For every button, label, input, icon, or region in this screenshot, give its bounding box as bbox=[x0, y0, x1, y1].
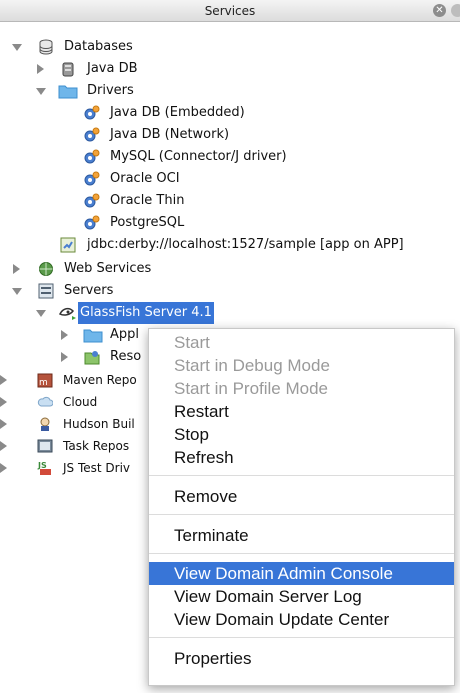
tree-label: Web Services bbox=[64, 261, 152, 276]
tree-node-task-repos[interactable]: Task Repos bbox=[0, 435, 150, 457]
svg-text:JS: JS bbox=[37, 461, 47, 470]
menu-separator bbox=[149, 514, 454, 515]
database-icon bbox=[39, 39, 53, 55]
server-context-menu: Start Start in Debug Mode Start in Profi… bbox=[148, 328, 455, 686]
tree-node-driver[interactable]: Java DB (Embedded) bbox=[0, 102, 460, 124]
menu-item-view-server-log[interactable]: View Domain Server Log bbox=[149, 585, 454, 608]
tree-label: Reso bbox=[110, 349, 142, 364]
tree-label: Hudson Buil bbox=[63, 417, 135, 431]
driver-gear-icon bbox=[84, 105, 100, 120]
tree-label: MySQL (Connector/J driver) bbox=[110, 149, 287, 164]
tree-label: jdbc:derby://localhost:1527/sample [app … bbox=[87, 237, 404, 252]
tree-node-driver[interactable]: MySQL (Connector/J driver) bbox=[0, 146, 460, 168]
tree-node-cloud[interactable]: Cloud bbox=[0, 391, 150, 413]
tree-node-web-services[interactable]: Web Services bbox=[0, 258, 460, 280]
task-repository-icon bbox=[37, 439, 53, 453]
servers-icon bbox=[38, 283, 54, 299]
tree-label: JS Test Driv bbox=[63, 461, 131, 475]
java-db-icon bbox=[62, 62, 74, 77]
tree-label: PostgreSQL bbox=[110, 215, 185, 230]
collapsed-arrow-icon[interactable] bbox=[61, 352, 68, 362]
tree-label: Java DB (Embedded) bbox=[110, 105, 245, 120]
tree-node-driver[interactable]: PostgreSQL bbox=[0, 212, 460, 234]
driver-gear-icon bbox=[84, 149, 100, 164]
menu-item-stop[interactable]: Stop bbox=[149, 423, 454, 446]
tree-node-java-db[interactable]: Java DB bbox=[0, 58, 460, 80]
tree-label: Maven Repo bbox=[63, 373, 137, 387]
menu-item-view-update-center[interactable]: View Domain Update Center bbox=[149, 608, 454, 631]
menu-item-remove[interactable]: Remove bbox=[149, 485, 454, 508]
driver-gear-icon bbox=[84, 127, 100, 142]
menu-separator bbox=[149, 553, 454, 554]
hudson-icon bbox=[40, 417, 50, 431]
resources-icon bbox=[84, 351, 100, 365]
menu-item-start: Start bbox=[174, 333, 210, 352]
tree-label: Task Repos bbox=[63, 439, 130, 453]
tree-node-drivers[interactable]: Drivers bbox=[0, 80, 460, 102]
menu-item-properties[interactable]: Properties bbox=[149, 647, 454, 670]
glassfish-icon bbox=[58, 307, 76, 320]
driver-gear-icon bbox=[84, 215, 100, 230]
menu-item-refresh[interactable]: Refresh bbox=[149, 446, 454, 469]
tree-node-driver[interactable]: Oracle OCI bbox=[0, 168, 460, 190]
menu-separator bbox=[149, 637, 454, 638]
tree-node-servers[interactable]: Servers bbox=[0, 280, 460, 302]
tree-label: Oracle OCI bbox=[110, 171, 180, 186]
tree-node-maven-repo[interactable]: m Maven Repo bbox=[0, 369, 150, 391]
tree-label: Appl bbox=[110, 327, 140, 342]
tree-label: Servers bbox=[64, 283, 114, 298]
collapsed-arrow-icon[interactable] bbox=[0, 419, 7, 429]
driver-gear-icon bbox=[84, 193, 100, 208]
tree-node-glassfish-server[interactable]: GlassFish Server 4.1 bbox=[0, 302, 460, 324]
svg-text:m: m bbox=[39, 378, 48, 388]
cloud-icon bbox=[37, 396, 53, 407]
tree-node-driver[interactable]: Oracle Thin bbox=[0, 190, 460, 212]
collapsed-arrow-icon[interactable] bbox=[61, 330, 68, 340]
menu-item-view-admin-console[interactable]: View Domain Admin Console bbox=[149, 562, 454, 585]
tree-label: Cloud bbox=[63, 395, 98, 409]
minimize-icon[interactable] bbox=[451, 4, 460, 17]
tree-node-resources[interactable]: Reso bbox=[0, 346, 150, 368]
menu-item-terminate[interactable]: Terminate bbox=[149, 524, 454, 547]
services-title-bar: Services ✕ bbox=[0, 0, 460, 22]
tree-node-hudson[interactable]: Hudson Buil bbox=[0, 413, 150, 435]
connection-icon bbox=[60, 237, 76, 253]
tree-node-driver[interactable]: Java DB (Network) bbox=[0, 124, 460, 146]
driver-gear-icon bbox=[84, 171, 100, 186]
tree-node-js-test[interactable]: JS JS Test Driv bbox=[0, 457, 150, 479]
menu-item-start-profile: Start in Profile Mode bbox=[174, 379, 329, 398]
expand-arrow-icon[interactable] bbox=[12, 44, 22, 51]
close-icon[interactable]: ✕ bbox=[433, 4, 446, 17]
collapsed-arrow-icon[interactable] bbox=[0, 397, 7, 407]
expand-arrow-icon[interactable] bbox=[36, 310, 46, 317]
menu-separator bbox=[149, 475, 454, 476]
tree-node-databases[interactable]: Databases bbox=[0, 36, 460, 58]
tree-label: Java DB bbox=[87, 61, 138, 76]
maven-icon: m bbox=[37, 373, 53, 388]
tree-label: Databases bbox=[64, 39, 133, 54]
expand-arrow-icon[interactable] bbox=[36, 88, 46, 95]
tree-label: Drivers bbox=[87, 83, 134, 98]
menu-item-restart[interactable]: Restart bbox=[149, 400, 454, 423]
tree-node-connection[interactable]: jdbc:derby://localhost:1527/sample [app … bbox=[0, 234, 460, 256]
window-title: Services bbox=[204, 4, 256, 18]
menu-item-start-debug: Start in Debug Mode bbox=[174, 356, 330, 375]
js-test-driver-icon: JS bbox=[37, 461, 51, 475]
collapsed-arrow-icon[interactable] bbox=[0, 441, 7, 451]
collapsed-arrow-icon[interactable] bbox=[13, 264, 20, 274]
collapsed-arrow-icon[interactable] bbox=[0, 375, 7, 385]
folder-icon bbox=[58, 85, 78, 99]
folder-icon bbox=[83, 329, 103, 343]
tree-label: Oracle Thin bbox=[110, 193, 185, 208]
tree-label: Java DB (Network) bbox=[110, 127, 230, 142]
expand-arrow-icon[interactable] bbox=[12, 288, 22, 295]
collapsed-arrow-icon[interactable] bbox=[37, 64, 44, 74]
collapsed-arrow-icon[interactable] bbox=[0, 463, 7, 473]
tree-node-applications[interactable]: Appl bbox=[0, 324, 150, 346]
web-services-icon bbox=[39, 262, 53, 276]
tree-label-selected: GlassFish Server 4.1 bbox=[78, 302, 214, 324]
